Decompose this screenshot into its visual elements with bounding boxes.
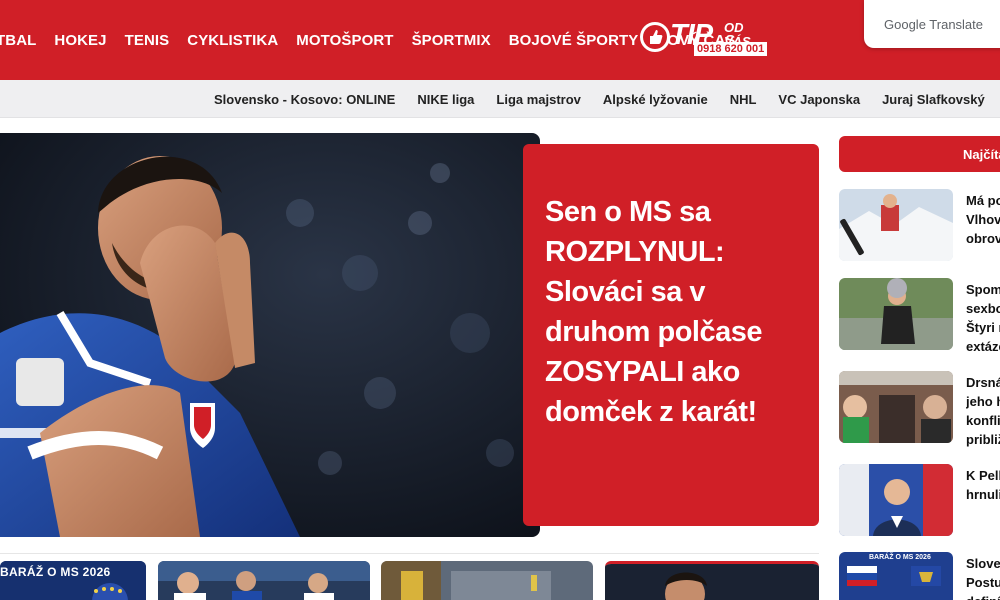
most-read-tab[interactable]: Najčíta	[839, 136, 1000, 172]
subnav-alpske-lyzovanie[interactable]: Alpské lyžovanie	[603, 92, 708, 107]
most-read-item[interactable]: Má po Vlhov obrov	[839, 189, 1000, 263]
article-title: Drsná jeho h konfli približ	[966, 375, 1000, 447]
most-read-item[interactable]: BARÁŽ O MS 2026 Slover Postup definíc	[839, 552, 1000, 600]
hero-headline[interactable]: Sen o MS sa ROZPLYNUL: Slováci sa v druh…	[545, 192, 799, 432]
article-title: Spom sexbo Štyri n extáze	[966, 282, 1000, 354]
most-read-item[interactable]: K Pelle hrnuli	[839, 464, 1000, 538]
sub-nav: Slovensko - Kosovo: ONLINE NIKE liga Lig…	[214, 80, 1000, 118]
google-translate-label: Google Translate	[884, 16, 984, 32]
article-thumbnail	[839, 278, 953, 350]
hero-article-photo[interactable]	[0, 133, 540, 537]
google-translate-popup[interactable]: Google Translate	[864, 0, 1000, 48]
subnav-vc-japonska[interactable]: VC Japonska	[778, 92, 860, 107]
hero-headline-card[interactable]: Sen o MS sa ROZPLYNUL: Slováci sa v druh…	[523, 144, 819, 526]
article-thumbnail	[839, 371, 953, 443]
article-card[interactable]	[381, 561, 593, 600]
sub-nav-bar: Slovensko - Kosovo: ONLINE NIKE liga Lig…	[0, 80, 1000, 118]
nav-item-hokej[interactable]: HOKEJ	[54, 32, 106, 49]
thumbs-up-icon	[640, 22, 670, 52]
most-read-item[interactable]: Spom sexbo Štyri n extáze	[839, 278, 1000, 354]
tip-od-vas-logo[interactable]: TIP OD VÁS 0918 620 001	[640, 18, 772, 62]
article-card[interactable]: BARÁŽ O MS 2026	[0, 561, 146, 600]
subnav-nike-liga[interactable]: NIKE liga	[417, 92, 474, 107]
subnav-nhl[interactable]: NHL	[730, 92, 757, 107]
top-nav-bar: TBAL HOKEJ TENIS CYKLISTIKA MOTOŠPORT ŠP…	[0, 0, 1000, 80]
article-thumbnail: BARÁŽ O MS 2026	[839, 552, 953, 600]
subnav-slovensko-kosovo[interactable]: Slovensko - Kosovo: ONLINE	[214, 92, 395, 107]
card-label: BARÁŽ O MS 2026	[0, 565, 111, 579]
most-read-label: Najčíta	[963, 146, 1000, 162]
article-card[interactable]	[158, 561, 370, 600]
thumbnail-caption: BARÁŽ O MS 2026	[869, 554, 931, 561]
article-thumbnail	[839, 464, 953, 536]
article-thumbnail	[839, 189, 953, 261]
section-divider	[0, 553, 819, 554]
nav-item-bojove-sporty[interactable]: BOJOVÉ ŠPORTY	[509, 32, 639, 49]
subnav-juraj-slafkovsky[interactable]: Juraj Slafkovský	[882, 92, 985, 107]
article-card[interactable]	[605, 561, 819, 600]
most-read-item[interactable]: Drsná jeho h konfli približ	[839, 371, 1000, 447]
article-title: K Pelle hrnuli	[966, 468, 1000, 502]
nav-item-tenis[interactable]: TENIS	[125, 32, 170, 49]
article-title: Slover Postup definíc	[966, 556, 1000, 600]
article-title: Má po Vlhov obrov	[966, 193, 1000, 246]
nav-item-futbal[interactable]: TBAL	[0, 32, 36, 49]
logo-phone-text: 0918 620 001	[694, 42, 768, 56]
nav-item-motosport[interactable]: MOTOŠPORT	[296, 32, 393, 49]
nav-item-cyklistika[interactable]: CYKLISTIKA	[187, 32, 278, 49]
nav-item-sportmix[interactable]: ŠPORTMIX	[412, 32, 491, 49]
subnav-liga-majstrov[interactable]: Liga majstrov	[496, 92, 581, 107]
